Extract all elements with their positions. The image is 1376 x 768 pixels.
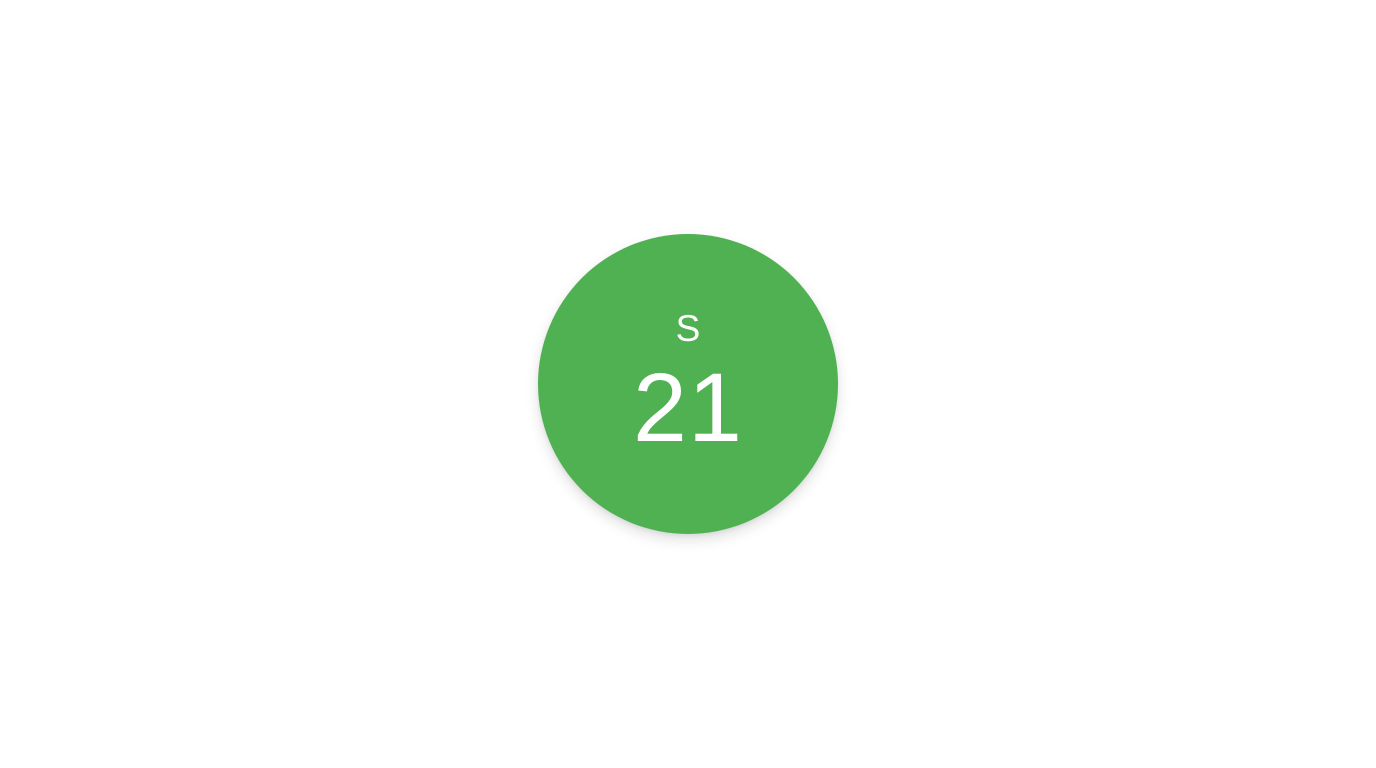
weekday-letter: S [675, 308, 701, 349]
day-number: 21 [633, 353, 743, 462]
page-canvas: S 21 [0, 0, 1376, 768]
